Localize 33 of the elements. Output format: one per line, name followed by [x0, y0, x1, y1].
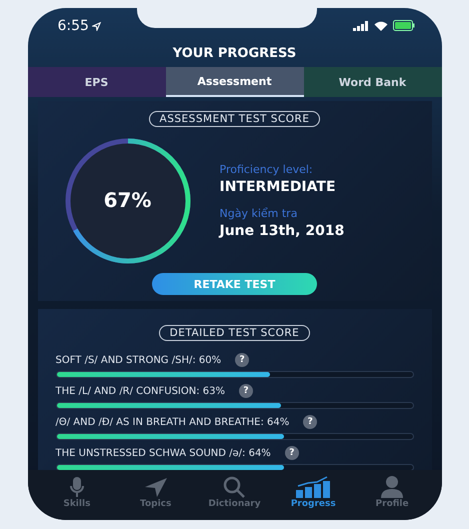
battery-icon	[393, 20, 416, 31]
skill-score-label: THE /L/ AND /R/ CONFUSION: 63%	[56, 386, 226, 396]
help-icon[interactable]: ?	[303, 415, 318, 429]
skill-score-label: SOFT /S/ AND STRONG /SH/: 60%	[56, 354, 222, 366]
section-heading: DETAILED TEST SCORE	[158, 325, 310, 341]
screen-title: YOUR PROGRESS	[172, 45, 298, 63]
person-icon	[380, 476, 404, 498]
tab[interactable]: Word Bank	[304, 67, 442, 97]
tab[interactable]: Assessment	[166, 67, 304, 97]
date-label: Ngày kiểm tra	[220, 207, 298, 220]
nav-tab[interactable]: Dictionary	[199, 476, 270, 508]
wifi-icon	[374, 20, 388, 30]
nav-tab[interactable]: Topics	[120, 476, 191, 508]
search-icon	[222, 476, 246, 498]
nav-tab[interactable]: Profile	[357, 476, 428, 508]
tab[interactable]: EPS	[28, 67, 166, 97]
location-icon	[92, 22, 101, 30]
bar-chart-icon	[296, 476, 330, 498]
skill-score-label: /Θ/ AND /Ð/ AS IN BREATH AND BREATHE: 64%	[56, 416, 290, 428]
nav-tab[interactable]: Skills	[42, 476, 112, 508]
section-heading: ASSESSMENT TEST SCORE	[148, 111, 320, 127]
paper-plane-icon	[144, 476, 168, 498]
nav-tab[interactable]: Progress	[278, 476, 348, 508]
proficiency-label: Proficiency level:	[220, 163, 314, 176]
score-percent: 67%	[102, 188, 152, 212]
help-icon[interactable]: ?	[235, 353, 250, 367]
skill-score-label: THE UNSTRESSED SCHWA SOUND /ə/: 64%	[56, 448, 271, 458]
test-date: June 13th, 2018	[220, 223, 344, 239]
status-time: 6:55	[58, 18, 89, 34]
proficiency-value: INTERMEDIATE	[220, 179, 337, 195]
help-icon[interactable]: ?	[239, 384, 254, 398]
help-icon[interactable]: ?	[284, 446, 299, 460]
signal-icon	[353, 20, 370, 30]
